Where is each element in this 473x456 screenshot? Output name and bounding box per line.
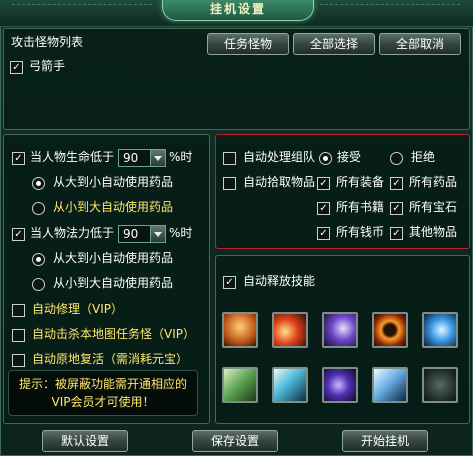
vip-hint-line2: VIP会员才可使用！ — [51, 395, 155, 409]
health-threshold-checkbox[interactable]: ✓ — [12, 152, 25, 165]
mana-threshold-checkbox[interactable]: ✓ — [12, 228, 25, 241]
team-refuse-label: 拒绝 — [411, 150, 436, 164]
auto-pickup-checkbox[interactable] — [223, 177, 236, 190]
archer-label: 弓箭手 — [29, 59, 66, 73]
mana-large-first-label: 从大到小自动使用药品 — [53, 251, 174, 265]
health-large-first-radio[interactable] — [32, 177, 45, 190]
pickup-other-checkbox[interactable]: ✓ — [390, 227, 403, 240]
auto-pickup-label: 自动拾取物品 — [243, 175, 316, 189]
health-threshold-label: 当人物生命低于 — [30, 150, 115, 164]
team-accept-label: 接受 — [337, 150, 362, 164]
health-threshold-value: 90 — [123, 151, 139, 165]
dark-orb-skill-icon[interactable] — [322, 367, 358, 403]
auto-repair-label: 自动修理（VIP） — [32, 302, 123, 316]
ice-strike-skill-icon[interactable] — [422, 312, 458, 348]
pickup-books-checkbox[interactable]: ✓ — [317, 202, 330, 215]
health-small-first-label: 从小到大自动使用药品 — [53, 200, 174, 214]
lightning-skill-icon[interactable] — [272, 367, 308, 403]
team-refuse-radio[interactable] — [390, 152, 403, 165]
pickup-potions-checkbox[interactable]: ✓ — [390, 177, 403, 190]
task-monster-button[interactable]: 任务怪物 — [207, 33, 289, 55]
save-settings-button[interactable]: 保存设置 — [192, 430, 278, 452]
mana-large-first-radio[interactable] — [32, 253, 45, 266]
vip-hint-box: 提示：被屏蔽功能需开通相应的 VIP会员才可使用！ — [8, 370, 198, 416]
pickup-books-label: 所有书籍 — [336, 200, 385, 214]
title-bar: 挂机设置 — [0, 0, 473, 27]
auto-repair-checkbox[interactable] — [12, 304, 25, 317]
health-threshold-select[interactable]: 90 — [118, 149, 166, 167]
health-unit: %时 — [169, 150, 193, 164]
fire-slash-skill-icon[interactable] — [272, 312, 308, 348]
shadow-claw-skill-icon[interactable] — [322, 312, 358, 348]
skills-panel: ✓ 自动释放技能 — [215, 255, 470, 424]
auto-team-label: 自动处理组队 — [243, 150, 316, 164]
deselect-all-button[interactable]: 全部取消 — [379, 33, 461, 55]
strength-skill-icon[interactable] — [222, 312, 258, 348]
start-hunt-button[interactable]: 开始挂机 — [342, 430, 428, 452]
mana-unit: %时 — [169, 226, 193, 240]
auto-skill-label: 自动释放技能 — [243, 274, 316, 288]
health-small-first-radio[interactable] — [32, 202, 45, 215]
pickup-gems-checkbox[interactable]: ✓ — [390, 202, 403, 215]
shield-skill-icon[interactable] — [222, 367, 258, 403]
pickup-potions-label: 所有药品 — [409, 175, 458, 189]
ice-shards-skill-icon[interactable] — [372, 367, 408, 403]
auto-team-checkbox[interactable] — [223, 152, 236, 165]
auto-kill-task-checkbox[interactable] — [12, 329, 25, 342]
select-all-button[interactable]: 全部选择 — [293, 33, 375, 55]
fire-ring-skill-icon[interactable] — [372, 312, 408, 348]
auto-kill-task-label: 自动击杀本地图任务怪（VIP） — [32, 327, 195, 341]
auto-skill-checkbox[interactable]: ✓ — [223, 276, 236, 289]
pickup-coins-label: 所有钱币 — [336, 225, 385, 239]
chevron-down-icon[interactable] — [150, 226, 165, 242]
title-ornament-left — [12, 4, 152, 15]
health-large-first-label: 从大到小自动使用药品 — [53, 175, 174, 189]
pickup-equipment-label: 所有装备 — [336, 175, 385, 189]
monster-list-label: 攻击怪物列表 — [11, 35, 84, 49]
pickup-equipment-checkbox[interactable]: ✓ — [317, 177, 330, 190]
mana-threshold-label: 当人物法力低于 — [30, 226, 115, 240]
mana-threshold-value: 90 — [123, 227, 139, 241]
mana-small-first-label: 从小到大自动使用药品 — [53, 276, 174, 290]
team-pickup-panel: 自动处理组队 接受 拒绝 自动拾取物品 ✓ 所有装备 ✓ 所有药品 ✓ 所有书籍… — [215, 134, 470, 249]
pickup-coins-checkbox[interactable]: ✓ — [317, 227, 330, 240]
vip-hint-line1: 提示：被屏蔽功能需开通相应的 — [18, 377, 187, 391]
pickup-gems-label: 所有宝石 — [409, 200, 458, 214]
window-title: 挂机设置 — [162, 0, 314, 21]
team-accept-radio[interactable] — [319, 152, 332, 165]
mana-threshold-select[interactable]: 90 — [118, 225, 166, 243]
auto-revive-label: 自动原地复活（需消耗元宝） — [32, 352, 189, 366]
default-settings-button[interactable]: 默认设置 — [42, 430, 128, 452]
title-ornament-right — [320, 4, 460, 15]
monster-list-panel: 攻击怪物列表 任务怪物 全部选择 全部取消 ✓ 弓箭手 — [3, 28, 470, 130]
mana-small-first-radio[interactable] — [32, 278, 45, 291]
auto-revive-checkbox[interactable] — [12, 354, 25, 367]
chevron-down-icon[interactable] — [150, 150, 165, 166]
pickup-other-label: 其他物品 — [409, 225, 458, 239]
archer-checkbox[interactable]: ✓ — [10, 61, 23, 74]
stone-guardian-skill-icon[interactable] — [422, 367, 458, 403]
